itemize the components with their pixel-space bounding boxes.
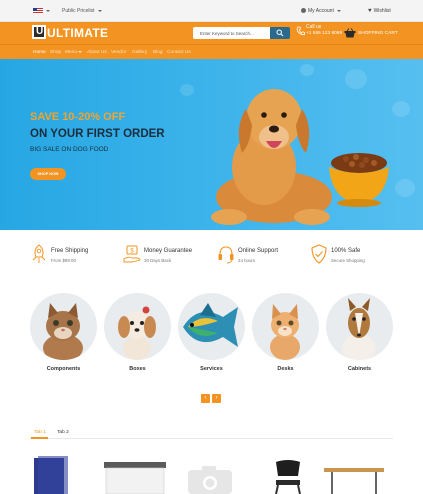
- feature-subtitle: 24 hours: [238, 258, 256, 263]
- header: ULTIMATE Enter Keyword to Search... Call…: [0, 22, 423, 44]
- ginger-kitten-image: [270, 304, 300, 360]
- tab-1[interactable]: Tab 1: [34, 430, 46, 435]
- product-cabinet-image[interactable]: [104, 460, 166, 494]
- phone-icon: [296, 26, 305, 35]
- chevron-down-icon: [337, 9, 342, 12]
- golden-retriever-image: [211, 89, 332, 225]
- wishlist-label: Wishlist: [373, 8, 391, 14]
- nav-item-gallery[interactable]: Gallery: [132, 50, 147, 55]
- feature-title: Online Support: [238, 248, 279, 254]
- my-account-link[interactable]: My Account: [301, 8, 342, 14]
- search-button[interactable]: [270, 27, 290, 39]
- category-label-components[interactable]: Components: [30, 366, 97, 372]
- tab-2[interactable]: Tab 2: [57, 430, 69, 435]
- logo-icon[interactable]: [32, 25, 46, 39]
- call-us-label: Call us: [306, 24, 322, 30]
- category-image-services[interactable]: [178, 293, 245, 360]
- feature-subtitle: Secure Shopping: [331, 258, 365, 263]
- category-image-cabinets[interactable]: [326, 293, 393, 360]
- my-account-label: My Account: [308, 8, 334, 14]
- user-icon: [301, 8, 306, 14]
- pricelist-selector[interactable]: Public Pricelist: [62, 8, 95, 14]
- collie-image: [342, 298, 376, 360]
- feature-title: 100% Safe: [331, 248, 361, 254]
- hero-banner: SAVE 10-20% OFF ON YOUR FIRST ORDER BIG …: [0, 59, 423, 230]
- feature-title: Free Shipping: [51, 248, 89, 254]
- category-label-boxes[interactable]: Boxes: [104, 366, 171, 372]
- logo-text[interactable]: ULTIMATE: [47, 26, 108, 40]
- nav-item-shop[interactable]: Shop: [50, 50, 61, 55]
- category-image-desks[interactable]: [252, 293, 319, 360]
- product-table-image[interactable]: [324, 466, 384, 494]
- shop-now-button[interactable]: SHOP NOW: [30, 168, 66, 180]
- nav-item-about[interactable]: About Us: [87, 50, 107, 55]
- paw-decoration: [180, 84, 194, 96]
- paw-decoration: [345, 69, 367, 89]
- category-label-desks[interactable]: Desks: [252, 366, 319, 372]
- nav-item-blog[interactable]: Blog: [153, 50, 163, 55]
- tab-divider: [30, 438, 393, 439]
- category-image-boxes[interactable]: [104, 293, 171, 360]
- rocket-icon: [32, 244, 46, 263]
- wishlist-link[interactable]: ♥ Wishlist: [368, 8, 391, 14]
- dog-food-bowl-image: [329, 153, 389, 207]
- placeholder-camera-icon[interactable]: [188, 464, 232, 494]
- chevron-down-icon[interactable]: [98, 10, 102, 12]
- nav-item-vendor[interactable]: Vendor: [111, 50, 126, 55]
- product-chair-image[interactable]: [268, 458, 308, 494]
- kitten-image: [43, 303, 83, 360]
- feature-title: Money Guarantee: [144, 248, 193, 254]
- paw-decoration: [300, 64, 314, 76]
- search-input[interactable]: Enter Keyword to Search...: [193, 27, 270, 39]
- heart-icon: ♥: [368, 8, 372, 14]
- search-icon: [276, 29, 284, 37]
- hero-headline-discount: SAVE 10-20% OFF: [30, 111, 126, 123]
- puppy-image: [118, 306, 156, 360]
- category-label-services[interactable]: Services: [178, 366, 245, 372]
- hero-headline: ON YOUR FIRST ORDER: [30, 128, 165, 140]
- nav-item-menu[interactable]: Menu: [65, 50, 83, 55]
- headset-icon: [218, 246, 234, 264]
- shopping-cart-link[interactable]: SHOPPING CART: [358, 31, 398, 36]
- feature-subtitle: 30 Days Back: [144, 258, 172, 263]
- chevron-down-icon[interactable]: [46, 10, 50, 12]
- fish-image: [183, 303, 238, 347]
- main-nav: Home Shop Menu About Us Vendor Gallery B…: [0, 44, 423, 59]
- call-number[interactable]: +1 555 123 8069: [306, 31, 342, 36]
- category-image-components[interactable]: [30, 293, 97, 360]
- paw-decoration: [392, 101, 410, 117]
- category-label-cabinets[interactable]: Cabinets: [326, 366, 393, 372]
- feature-subtitle: From $99.00: [51, 258, 76, 263]
- money-hand-icon: $: [123, 245, 141, 263]
- carousel-prev-button[interactable]: ‹: [201, 394, 210, 403]
- hero-subheadline: BIG SALE ON DOG FOOD: [30, 146, 109, 153]
- top-bar: Public Pricelist My Account ♥ Wishlist: [0, 0, 423, 22]
- paw-decoration: [395, 179, 415, 197]
- nav-item-menu-label: Menu: [65, 50, 77, 55]
- chevron-down-icon: [78, 50, 83, 53]
- cart-basket-icon[interactable]: [344, 28, 356, 38]
- nav-item-contact[interactable]: Contact Us: [167, 50, 191, 55]
- us-flag-icon[interactable]: [33, 8, 43, 14]
- shield-check-icon: [311, 244, 327, 264]
- product-panel-image[interactable]: [32, 456, 72, 494]
- nav-item-home[interactable]: Home: [33, 50, 46, 55]
- carousel-next-button[interactable]: ›: [212, 394, 221, 403]
- active-tab-indicator: [31, 437, 48, 439]
